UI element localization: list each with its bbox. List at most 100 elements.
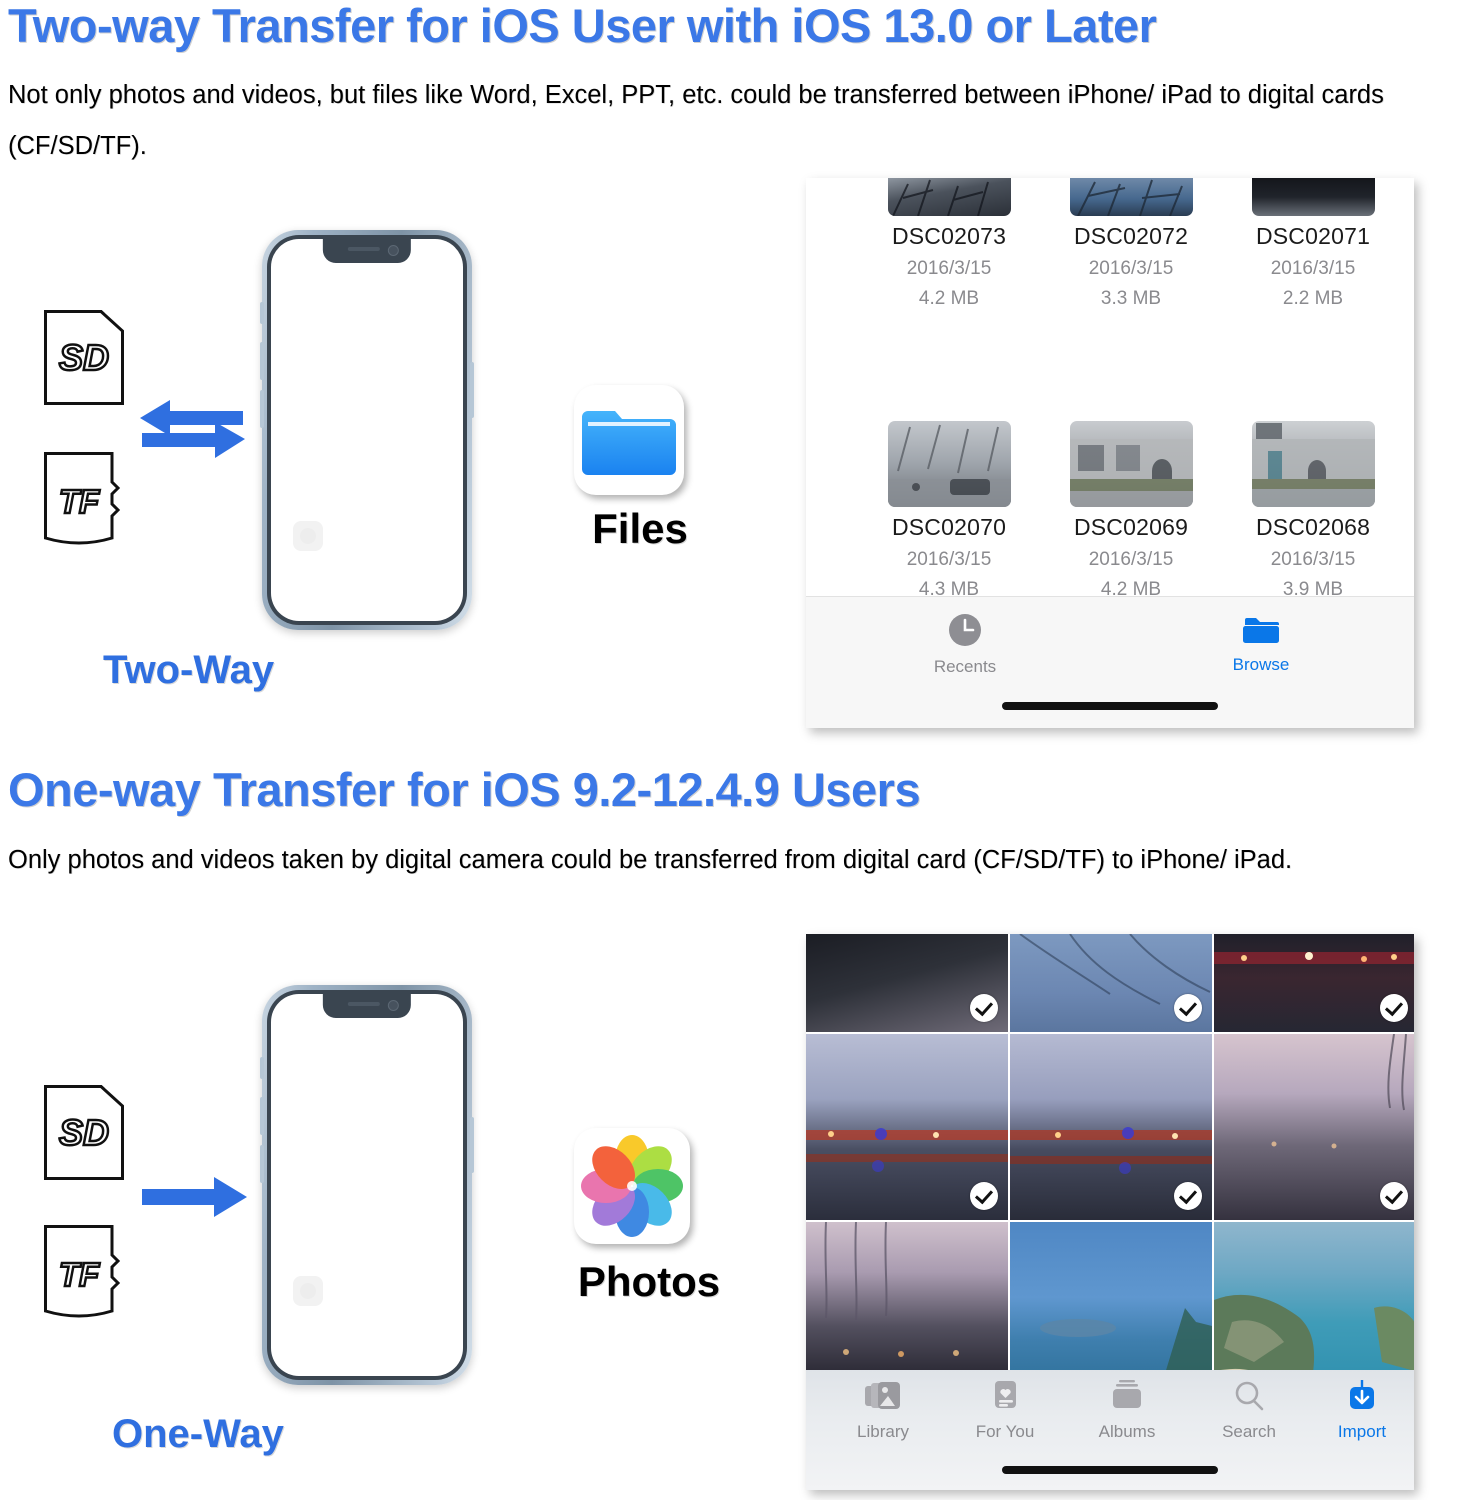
power-button[interactable] xyxy=(470,362,474,418)
photos-app-screenshot: Library For You Albums Search Import xyxy=(806,934,1414,1490)
files-app-screenshot: DSC02073 2016/3/15 4.2 MB DSC02072 2016/… xyxy=(806,178,1414,728)
file-thumbnail xyxy=(1251,421,1375,507)
file-item[interactable]: DSC02071 2016/3/15 2.2 MB xyxy=(1228,178,1398,310)
file-name: DSC02073 xyxy=(891,223,1007,249)
volume-up-button[interactable] xyxy=(260,1097,264,1135)
file-name: DSC02072 xyxy=(1073,223,1189,249)
photos-app-icon[interactable] xyxy=(574,1128,690,1244)
files-app-icon[interactable] xyxy=(574,385,684,495)
front-camera-icon xyxy=(387,1000,399,1011)
tab-search[interactable]: Search xyxy=(1188,1380,1310,1442)
selected-check-icon[interactable] xyxy=(1380,1182,1408,1210)
tab-label: Albums xyxy=(1098,1422,1156,1441)
files-folder-icon xyxy=(582,411,676,475)
file-thumbnail xyxy=(1251,178,1375,216)
file-name: DSC02070 xyxy=(891,514,1007,540)
description-one-way: Only photos and videos taken by digital … xyxy=(8,846,1293,874)
page-title-one-way: One-way Transfer for iOS 9.2-12.4.9 User… xyxy=(8,763,921,816)
tab-library[interactable]: Library xyxy=(822,1380,944,1442)
photos-tabbar: Library For You Albums Search Import xyxy=(806,1370,1414,1490)
file-date: 2016/3/15 xyxy=(906,258,992,279)
tab-albums[interactable]: Albums xyxy=(1066,1380,1188,1442)
tf-card-label-two-way: TF xyxy=(58,482,101,522)
file-item[interactable]: DSC02068 2016/3/15 3.9 MB xyxy=(1228,421,1398,601)
iphone-notch xyxy=(322,239,412,263)
photo-cell[interactable] xyxy=(806,1034,1008,1220)
iphone-notch xyxy=(322,994,412,1018)
tab-label: Browse xyxy=(1232,655,1290,674)
app-placeholder-icon xyxy=(293,1276,323,1306)
selected-check-icon[interactable] xyxy=(1174,994,1202,1022)
file-size: 3.3 MB xyxy=(1100,288,1162,309)
one-way-arrow-icon xyxy=(142,1177,247,1217)
iphone-screen xyxy=(271,994,463,1376)
selected-check-icon[interactable] xyxy=(970,994,998,1022)
photo-cell[interactable] xyxy=(1010,1222,1212,1390)
files-tabbar: Recents Browse xyxy=(806,596,1414,728)
one-way-label: One-Way xyxy=(112,1412,284,1456)
photos-app-label: Photos xyxy=(577,1258,721,1305)
description-two-way: Not only photos and videos, but files li… xyxy=(8,81,1384,160)
file-date: 2016/3/15 xyxy=(906,549,992,570)
photo-cell[interactable] xyxy=(1010,1034,1212,1220)
file-thumbnail xyxy=(1069,421,1193,507)
folder-icon xyxy=(1243,618,1279,643)
photo-cell[interactable] xyxy=(1010,934,1212,1032)
file-date: 2016/3/15 xyxy=(1270,258,1356,279)
volume-up-button[interactable] xyxy=(260,342,264,380)
tab-label: Search xyxy=(1222,1422,1276,1441)
photo-cell[interactable] xyxy=(806,1222,1008,1390)
tab-for-you[interactable]: For You xyxy=(944,1380,1066,1442)
file-thumbnail xyxy=(887,178,1011,216)
file-name: DSC02071 xyxy=(1255,223,1371,249)
photos-pinwheel-icon xyxy=(581,1135,683,1237)
file-thumbnail xyxy=(887,421,1011,507)
sd-card-outline-one-way xyxy=(44,1085,124,1180)
file-name: DSC02068 xyxy=(1255,514,1371,540)
file-size: 2.2 MB xyxy=(1282,288,1344,309)
tab-label: Library xyxy=(857,1422,909,1441)
photo-cell[interactable] xyxy=(1214,1034,1414,1220)
selected-check-icon[interactable] xyxy=(970,1182,998,1210)
file-date: 2016/3/15 xyxy=(1270,549,1356,570)
file-item[interactable]: DSC02072 2016/3/15 3.3 MB xyxy=(1046,178,1216,310)
sd-card-outline-two-way xyxy=(44,310,124,405)
file-date: 2016/3/15 xyxy=(1088,258,1174,279)
two-way-arrow-icon xyxy=(140,400,245,458)
iphone-mockup-one-way xyxy=(260,985,474,1385)
volume-down-button[interactable] xyxy=(260,1145,264,1183)
file-name: DSC02069 xyxy=(1073,514,1189,540)
for-you-card-icon xyxy=(995,1381,1016,1408)
file-thumbnail xyxy=(1069,178,1193,216)
tab-browse[interactable]: Browse xyxy=(1206,613,1316,675)
photo-cell[interactable] xyxy=(1214,1222,1414,1390)
iphone-screen xyxy=(271,239,463,621)
selected-check-icon[interactable] xyxy=(1174,1182,1202,1210)
import-download-icon xyxy=(1350,1380,1374,1409)
photos-grid xyxy=(806,934,1414,1390)
tab-recents[interactable]: Recents xyxy=(910,613,1020,677)
file-item[interactable]: DSC02073 2016/3/15 4.2 MB xyxy=(864,178,1034,310)
home-indicator[interactable] xyxy=(1002,702,1218,710)
tab-label: Recents xyxy=(933,657,997,676)
clock-icon xyxy=(949,614,981,646)
iphone-body xyxy=(267,235,467,625)
photos-stack-icon xyxy=(865,1382,900,1409)
file-date: 2016/3/15 xyxy=(1088,549,1174,570)
two-way-label: Two-Way xyxy=(103,648,275,692)
volume-down-button[interactable] xyxy=(260,390,264,428)
tab-import[interactable]: Import xyxy=(1310,1380,1414,1442)
search-icon xyxy=(1235,1381,1264,1411)
page-title-two-way: Two-way Transfer for iOS User with iOS 1… xyxy=(8,0,1157,52)
photo-cell[interactable] xyxy=(1214,934,1414,1032)
silent-switch[interactable] xyxy=(260,1057,264,1079)
app-placeholder-icon xyxy=(293,521,323,551)
power-button[interactable] xyxy=(470,1117,474,1173)
earpiece-speaker xyxy=(347,1002,380,1006)
file-item[interactable]: DSC02070 2016/3/15 4.3 MB xyxy=(864,421,1034,601)
file-item[interactable]: DSC02069 2016/3/15 4.2 MB xyxy=(1046,421,1216,601)
photo-cell[interactable] xyxy=(806,934,1008,1032)
selected-check-icon[interactable] xyxy=(1380,994,1408,1022)
silent-switch[interactable] xyxy=(260,302,264,324)
home-indicator[interactable] xyxy=(1002,1466,1218,1474)
